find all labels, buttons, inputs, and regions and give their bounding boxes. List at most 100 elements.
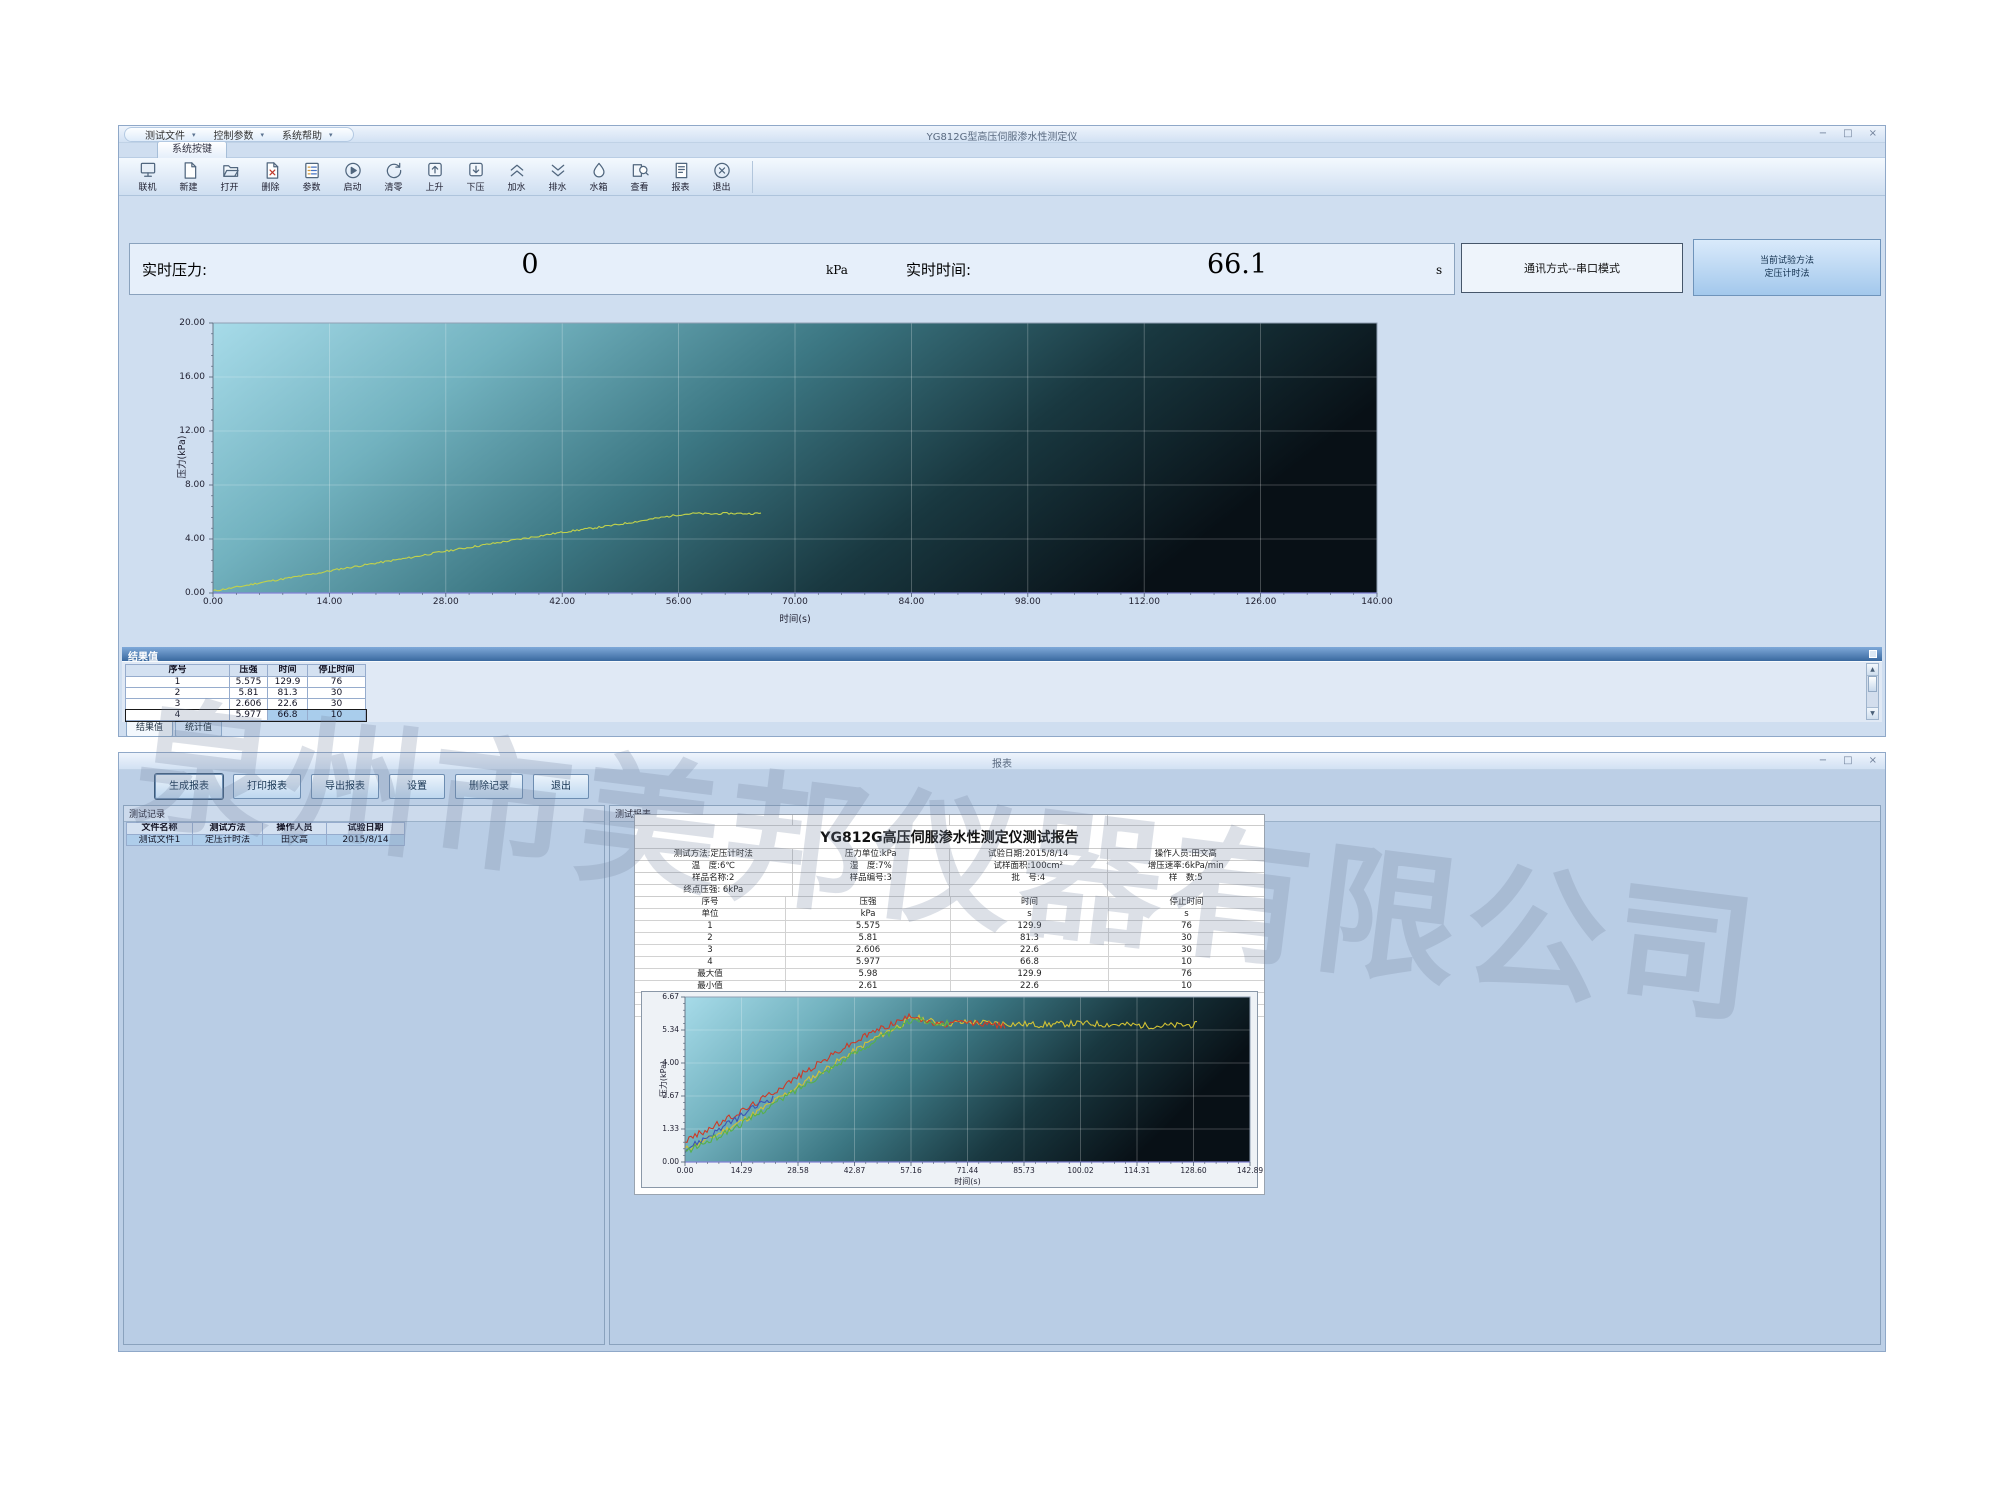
report-table-cell: 81.3 <box>951 933 1109 944</box>
view-icon <box>619 161 660 180</box>
report-button-row: 生成报表打印报表导出报表设置删除记录退出 <box>155 774 589 799</box>
x-tick-label: 14.00 <box>305 597 353 607</box>
table-cell: 3 <box>126 699 230 710</box>
menu-item[interactable]: 控制参数▾ <box>206 127 273 142</box>
results-scrollbar[interactable]: ▲ ▼ <box>1866 663 1879 720</box>
toolbar-button-water-tank[interactable]: 水箱 <box>578 160 619 193</box>
parameters-icon <box>291 161 332 180</box>
generate-report-button[interactable]: 生成报表 <box>155 774 223 799</box>
toolbar-button-rise[interactable]: 上升 <box>414 160 455 193</box>
tab-results[interactable]: 结果值 <box>126 722 173 737</box>
menu-item[interactable]: 系统帮助▾ <box>274 127 341 142</box>
maximize-icon[interactable]: □ <box>1843 754 1852 767</box>
table-row[interactable]: 45.97766.810 <box>126 710 366 721</box>
pressure-value: 0 <box>460 249 600 280</box>
close-icon[interactable]: × <box>1869 754 1877 767</box>
report-table-cell: 76 <box>1109 921 1264 932</box>
toolbar-button-add-water[interactable]: 加水 <box>496 160 537 193</box>
minimize-icon[interactable]: − <box>1819 127 1827 140</box>
record-row[interactable]: 测试文件1定压计时法田文高2015/8/14 <box>127 835 405 846</box>
close-icon[interactable]: × <box>1869 127 1877 140</box>
export-report-button[interactable]: 导出报表 <box>311 774 379 799</box>
settings-button[interactable]: 设置 <box>389 774 445 799</box>
toolbar-button-label: 参数 <box>291 180 332 193</box>
report-table-cell: s <box>1109 909 1264 920</box>
scroll-up-icon[interactable]: ▲ <box>1867 664 1878 676</box>
toolbar-button-label: 打开 <box>209 180 250 193</box>
report-grid-cell <box>635 815 793 825</box>
y-tick-label: 6.67 <box>639 992 679 1001</box>
current-method-button[interactable]: 当前试验方法 定压计时法 <box>1693 239 1881 296</box>
y-tick-label: 1.33 <box>639 1124 679 1133</box>
report-table-cell: 停止时间 <box>1109 897 1264 908</box>
toolbar-button-connect[interactable]: 联机 <box>127 160 168 193</box>
report-table-row: 15.575129.976 <box>635 921 1264 933</box>
report-info-cell: 增压速率:6kPa/min <box>1108 861 1265 872</box>
y-tick-label: 4.00 <box>155 534 205 544</box>
maximize-icon[interactable]: □ <box>1843 127 1852 140</box>
report-doc-title: YG812G高压伺服渗水性测定仪测试报告 <box>635 826 1264 849</box>
toolbar-button-zero[interactable]: 清零 <box>373 160 414 193</box>
table-cell: 定压计时法 <box>193 835 263 846</box>
report-table-row: 单位kPass <box>635 909 1264 921</box>
delete-record-button[interactable]: 删除记录 <box>455 774 523 799</box>
chevron-down-icon: ▾ <box>192 131 196 139</box>
comm-mode-box: 通讯方式--串口模式 <box>1461 243 1683 293</box>
table-cell: 81.3 <box>268 688 308 699</box>
results-panel-header: 结果值 <box>122 647 1882 661</box>
report-document: YG812G高压伺服渗水性测定仪测试报告 测试方法:定压计时法压力单位:kPa试… <box>634 814 1265 1195</box>
report-table-row: 序号压强时间停止时间 <box>635 897 1264 909</box>
report-grid-cell <box>1108 815 1265 825</box>
toolbar-button-view[interactable]: 查看 <box>619 160 660 193</box>
toolbar-button-label: 新建 <box>168 180 209 193</box>
toolbar-button-press-down[interactable]: 下压 <box>455 160 496 193</box>
toolbar-button-drain-water[interactable]: 排水 <box>537 160 578 193</box>
x-tick-label: 126.00 <box>1237 597 1285 607</box>
y-tick-label: 5.34 <box>639 1025 679 1034</box>
toolbar-button-exit[interactable]: 退出 <box>701 160 742 193</box>
results-table: 序号压强时间停止时间15.575129.97625.8181.33032.606… <box>125 664 366 721</box>
records-panel-title: 测试记录 <box>124 806 604 822</box>
toolbar-button-new[interactable]: 新建 <box>168 160 209 193</box>
menu-item[interactable]: 测试文件▾ <box>137 127 204 142</box>
x-tick-label: 84.00 <box>887 597 935 607</box>
print-report-button[interactable]: 打印报表 <box>233 774 301 799</box>
main-window-controls: − □ × <box>1819 127 1877 140</box>
exit-button[interactable]: 退出 <box>533 774 589 799</box>
toolbar-button-label: 报表 <box>660 180 701 193</box>
table-cell: 66.8 <box>268 710 308 721</box>
report-info-cell: 温 度:6℃ <box>635 861 793 872</box>
status-bar: 实时压力: 0 kPa 实时时间: 66.1 s <box>129 243 1455 295</box>
toolbar-button-delete[interactable]: 删除 <box>250 160 291 193</box>
scroll-down-icon[interactable]: ▼ <box>1867 707 1878 719</box>
toolbar-button-start[interactable]: 启动 <box>332 160 373 193</box>
toolbar-button-label: 上升 <box>414 180 455 193</box>
method-line2: 定压计时法 <box>1764 268 1809 280</box>
time-label: 实时时间: <box>906 259 971 280</box>
toolbar-button-label: 水箱 <box>578 180 619 193</box>
x-tick-label: 85.73 <box>1004 1166 1044 1175</box>
open-folder-icon <box>209 161 250 180</box>
pin-icon[interactable] <box>1869 650 1877 658</box>
time-unit: s <box>1436 263 1442 277</box>
time-value: 66.1 <box>1162 249 1312 280</box>
tab-statistics[interactable]: 统计值 <box>175 722 222 737</box>
report-info-cell: 湿 度:7% <box>793 861 951 872</box>
toolbar-button-label: 退出 <box>701 180 742 193</box>
scroll-thumb[interactable] <box>1868 676 1877 692</box>
toolbar-button-parameters[interactable]: 参数 <box>291 160 332 193</box>
pressure-unit: kPa <box>826 263 848 277</box>
table-row[interactable]: 32.60622.630 <box>126 699 366 710</box>
table-row[interactable]: 25.8181.330 <box>126 688 366 699</box>
toolbar-button-label: 删除 <box>250 180 291 193</box>
toolbar-button-open[interactable]: 打开 <box>209 160 250 193</box>
x-tick-label: 28.58 <box>778 1166 818 1175</box>
table-row[interactable]: 15.575129.976 <box>126 677 366 688</box>
column-header: 文件名称 <box>127 823 193 835</box>
x-tick-label: 71.44 <box>948 1166 988 1175</box>
table-header-row: 文件名称测试方法操作人员试验日期 <box>127 823 405 835</box>
x-tick-label: 56.00 <box>655 597 703 607</box>
minimize-icon[interactable]: − <box>1819 754 1827 767</box>
toolbar-button-report[interactable]: 报表 <box>660 160 701 193</box>
tab-system-keys[interactable]: 系统按键 <box>157 141 227 158</box>
